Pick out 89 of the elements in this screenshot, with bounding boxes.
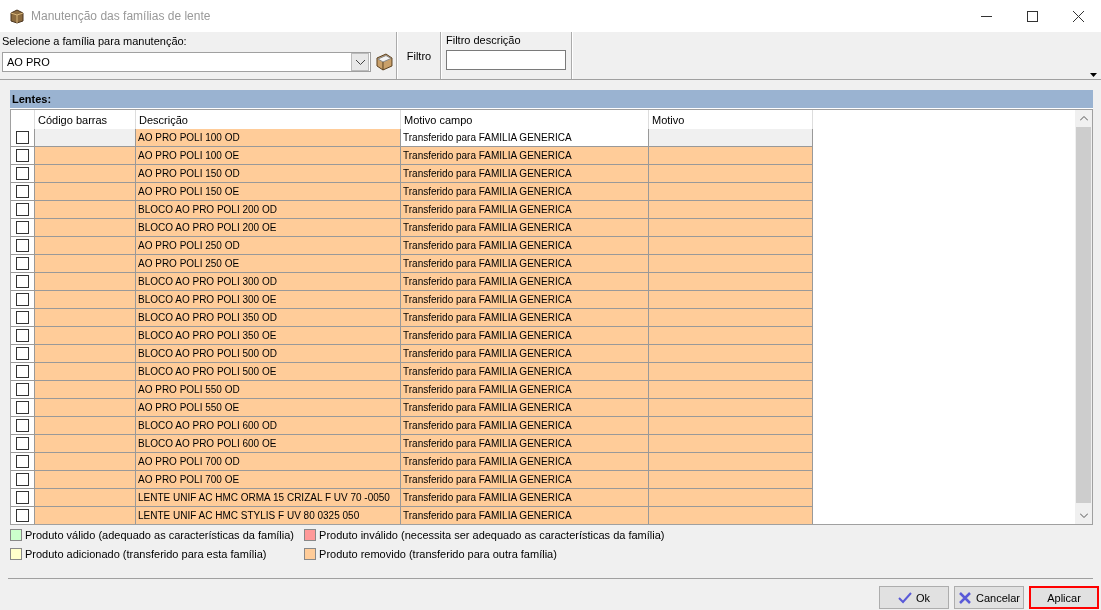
reason-field-cell: Transferido para FAMILIA GENERICA	[401, 453, 649, 471]
description-cell: BLOCO AO PRO POLI 350 OD	[136, 309, 401, 327]
checkmark-icon	[897, 590, 912, 605]
description-cell: AO PRO POLI 250 OE	[136, 255, 401, 273]
description-cell: BLOCO AO PRO POLI 500 OE	[136, 363, 401, 381]
row-checkbox[interactable]	[16, 473, 29, 486]
lentes-header: Lentes:	[10, 90, 1093, 109]
reason-field-cell: Transferido para FAMILIA GENERICA	[401, 129, 649, 147]
row-checkbox[interactable]	[16, 293, 29, 306]
x-icon	[958, 590, 972, 605]
legend-label: Produto removido (transferido para outra família)	[319, 548, 557, 560]
cancel-button[interactable]: Cancelar	[954, 586, 1024, 609]
row-checkbox[interactable]	[16, 419, 29, 432]
legend-label: Produto válido (adequado as características da família)	[25, 529, 295, 541]
description-cell: LENTE UNIF AC HMC STYLIS F UV 80 0325 050	[136, 507, 401, 524]
description-cell: BLOCO AO PRO POLI 500 OD	[136, 345, 401, 363]
description-cell: BLOCO AO PRO POLI 200 OE	[136, 219, 401, 237]
description-cell: AO PRO POLI 100 OE	[136, 147, 401, 165]
reason-field-cell: Transferido para FAMILIA GENERICA	[401, 165, 649, 183]
reason-field-cell: Transferido para FAMILIA GENERICA	[401, 381, 649, 399]
row-checkbox[interactable]	[16, 221, 29, 234]
description-cell: BLOCO AO PRO POLI 300 OD	[136, 273, 401, 291]
reason-field-cell: Transferido para FAMILIA GENERICA	[401, 255, 649, 273]
window-title: Manutenção das famílias de lente	[31, 9, 212, 23]
description-cell: AO PRO POLI 250 OD	[136, 237, 401, 255]
row-checkbox[interactable]	[16, 167, 29, 180]
row-checkbox[interactable]	[16, 239, 29, 252]
family-dropdown[interactable]: AO PRO	[2, 52, 372, 72]
description-cell: BLOCO AO PRO POLI 200 OD	[136, 201, 401, 219]
row-checkbox[interactable]	[16, 491, 29, 504]
description-cell: AO PRO POLI 550 OE	[136, 399, 401, 417]
legend-label: Produto inválido (necessita ser adequado as características da família)	[319, 529, 665, 541]
description-cell: BLOCO AO PRO POLI 300 OE	[136, 291, 401, 309]
row-checkbox[interactable]	[16, 275, 29, 288]
row-checkbox[interactable]	[16, 401, 29, 414]
description-cell: LENTE UNIF AC HMC ORMA 15 CRIZAL F UV 70 -0050	[136, 489, 401, 507]
row-checkbox[interactable]	[16, 347, 29, 360]
row-checkbox[interactable]	[16, 365, 29, 378]
reason-field-cell: Transferido para FAMILIA GENERICA	[401, 399, 649, 417]
close-icon[interactable]	[1072, 10, 1084, 22]
box-icon	[9, 8, 25, 24]
description-cell: AO PRO POLI 150 OD	[136, 165, 401, 183]
row-checkbox[interactable]	[16, 329, 29, 342]
legend-label: Produto adicionado (transferido para esta família)	[25, 548, 267, 560]
row-checkbox[interactable]	[16, 311, 29, 324]
reason-field-cell: Transferido para FAMILIA GENERICA	[401, 345, 649, 363]
row-checkbox[interactable]	[16, 203, 29, 216]
row-checkbox[interactable]	[16, 257, 29, 270]
description-cell: AO PRO POLI 150 OE	[136, 183, 401, 201]
description-cell: AO PRO POLI 550 OD	[136, 381, 401, 399]
filter-description-label: Filtro descrição	[446, 34, 522, 46]
row-checkbox[interactable]	[16, 131, 29, 144]
reason-field-cell: Transferido para FAMILIA GENERICA	[401, 147, 649, 165]
reason-field-cell: Transferido para FAMILIA GENERICA	[401, 273, 649, 291]
description-cell: AO PRO POLI 700 OD	[136, 453, 401, 471]
row-checkbox[interactable]	[16, 455, 29, 468]
minimize-icon[interactable]	[980, 15, 992, 17]
reason-field-cell: Transferido para FAMILIA GENERICA	[401, 363, 649, 381]
reason-field-cell: Transferido para FAMILIA GENERICA	[401, 237, 649, 255]
reason-field-cell: Transferido para FAMILIA GENERICA	[401, 435, 649, 453]
row-checkbox[interactable]	[16, 383, 29, 396]
reason-field-cell: Transferido para FAMILIA GENERICA	[401, 291, 649, 309]
book-icon[interactable]	[374, 52, 394, 72]
reason-field-cell: Transferido para FAMILIA GENERICA	[401, 507, 649, 524]
row-checkbox[interactable]	[16, 185, 29, 198]
reason-field-cell: Transferido para FAMILIA GENERICA	[401, 471, 649, 489]
description-cell: BLOCO AO PRO POLI 600 OD	[136, 417, 401, 435]
dropdown-arrow-icon[interactable]	[1090, 73, 1097, 77]
row-checkbox[interactable]	[16, 509, 29, 522]
reason-field-cell: Transferido para FAMILIA GENERICA	[401, 183, 649, 201]
reason-field-cell: Transferido para FAMILIA GENERICA	[401, 489, 649, 507]
description-cell: BLOCO AO PRO POLI 350 OE	[136, 327, 401, 345]
filter-label: Filtro	[406, 49, 432, 62]
ok-button[interactable]: Ok	[879, 586, 949, 609]
description-cell: AO PRO POLI 700 OE	[136, 471, 401, 489]
row-checkbox[interactable]	[16, 149, 29, 162]
reason-field-cell: Transferido para FAMILIA GENERICA	[401, 219, 649, 237]
filter-description-field[interactable]	[446, 50, 566, 70]
description-cell: AO PRO POLI 100 OD	[136, 129, 401, 147]
description-cell: BLOCO AO PRO POLI 600 OE	[136, 435, 401, 453]
apply-button[interactable]: Aplicar	[1029, 586, 1099, 609]
family-label: Selecione a família para manutenção:	[2, 35, 188, 47]
chevron-down-icon	[355, 59, 365, 65]
reason-field-cell: Transferido para FAMILIA GENERICA	[401, 417, 649, 435]
reason-field-cell: Transferido para FAMILIA GENERICA	[401, 309, 649, 327]
row-checkbox[interactable]	[16, 437, 29, 450]
maximize-icon[interactable]	[1026, 10, 1038, 22]
reason-field-cell: Transferido para FAMILIA GENERICA	[401, 327, 649, 345]
reason-field-cell: Transferido para FAMILIA GENERICA	[401, 201, 649, 219]
